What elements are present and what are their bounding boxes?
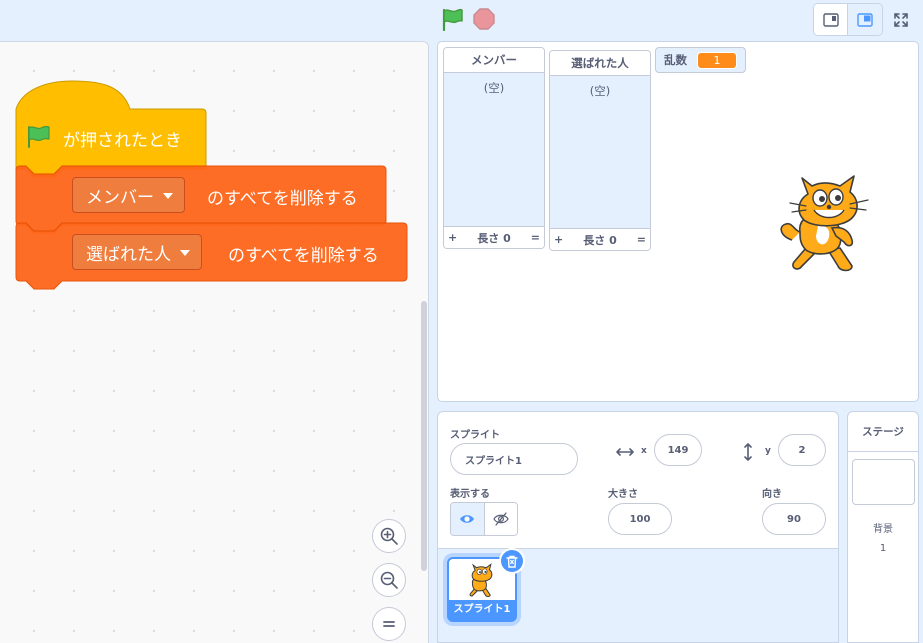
- resize-handle[interactable]: =: [531, 231, 540, 244]
- list-dropdown-members[interactable]: メンバー: [72, 177, 185, 213]
- add-item-button[interactable]: +: [554, 233, 563, 246]
- chevron-down-icon: [180, 250, 190, 256]
- chevron-down-icon: [163, 193, 173, 199]
- direction-label: 向き: [762, 489, 782, 500]
- stage-thumbnail[interactable]: [852, 459, 915, 505]
- zoom-reset-icon[interactable]: [372, 607, 406, 641]
- vertical-arrows-icon: [744, 443, 752, 461]
- cat-thumbnail-icon: [469, 563, 493, 597]
- list-title: 選ばれた人: [550, 51, 650, 76]
- size-input[interactable]: 100: [608, 503, 672, 535]
- zoom-out-icon[interactable]: [372, 563, 406, 597]
- stage-size-toggle: [813, 3, 883, 36]
- y-position-input[interactable]: 2: [778, 434, 826, 466]
- add-item-button[interactable]: +: [448, 231, 457, 244]
- y-label: y: [765, 446, 771, 456]
- variable-monitor: 乱数 1: [655, 47, 746, 73]
- variable-name: 乱数: [664, 53, 687, 67]
- cat-sprite-icon[interactable]: [778, 170, 878, 274]
- sprite-info-pane: スプライト スプライト1 x 149 y 2 表示する 大きさ 100 向き 9…: [437, 411, 839, 643]
- direction-input[interactable]: 90: [762, 503, 826, 535]
- fullscreen-icon[interactable]: [884, 3, 918, 36]
- list-length: 長さ 0: [583, 233, 617, 247]
- list-dropdown-chosen[interactable]: 選ばれた人: [72, 234, 202, 270]
- list-empty-text: (空): [483, 81, 505, 95]
- eye-hidden-icon[interactable]: [484, 503, 517, 535]
- list-monitor-chosen: 選ばれた人 (空) + 長さ 0 =: [549, 50, 651, 251]
- backdrop-label: 背景: [873, 524, 893, 535]
- sprite-tile-name: スプライト1: [449, 600, 515, 620]
- delete-all-block-1-text[interactable]: のすべてを削除する: [207, 184, 358, 209]
- delete-all-block-2-text[interactable]: のすべてを削除する: [228, 241, 379, 266]
- x-position-input[interactable]: 149: [654, 434, 702, 466]
- variable-value: 1: [697, 51, 737, 69]
- list-dropdown-label: 選ばれた人: [86, 244, 171, 265]
- sprite-list: スプライト1: [438, 548, 838, 642]
- sprite-name-input[interactable]: スプライト1: [450, 443, 578, 475]
- list-empty-text: (空): [589, 84, 611, 98]
- sprite-label: スプライト: [450, 430, 500, 441]
- top-toolbar: [0, 0, 923, 40]
- stage-title: ステージ: [848, 412, 918, 452]
- list-footer: + 長さ 0 =: [550, 228, 650, 250]
- list-length: 長さ 0: [477, 231, 511, 245]
- sprite-tile[interactable]: スプライト1: [447, 548, 525, 622]
- size-label: 大きさ: [608, 489, 638, 500]
- stage[interactable]: メンバー (空) + 長さ 0 = 選ばれた人 (空) + 長さ 0 = 乱数 …: [437, 41, 919, 402]
- resize-handle[interactable]: =: [637, 233, 646, 246]
- backdrop-count: 1: [879, 543, 887, 554]
- trash-icon[interactable]: [499, 548, 525, 574]
- list-footer: + 長さ 0 =: [444, 226, 544, 248]
- list-dropdown-label: メンバー: [86, 187, 154, 208]
- stage-selector[interactable]: ステージ 背景 1: [847, 411, 919, 643]
- show-label: 表示する: [450, 489, 490, 500]
- x-label: x: [641, 446, 647, 456]
- hat-block-label[interactable]: が押されたとき: [63, 126, 182, 151]
- small-stage-mode-icon[interactable]: [814, 4, 848, 35]
- green-flag-icon[interactable]: [440, 7, 466, 32]
- normal-stage-mode-icon[interactable]: [848, 4, 882, 35]
- workspace-scrollbar[interactable]: [421, 301, 427, 571]
- horizontal-arrows-icon: [616, 448, 634, 456]
- list-title: メンバー: [444, 48, 544, 73]
- zoom-in-icon[interactable]: [372, 519, 406, 553]
- eye-icon[interactable]: [451, 503, 485, 535]
- stop-icon[interactable]: [473, 8, 495, 30]
- list-monitor-members: メンバー (空) + 長さ 0 =: [443, 47, 545, 249]
- visibility-toggle: [450, 502, 518, 536]
